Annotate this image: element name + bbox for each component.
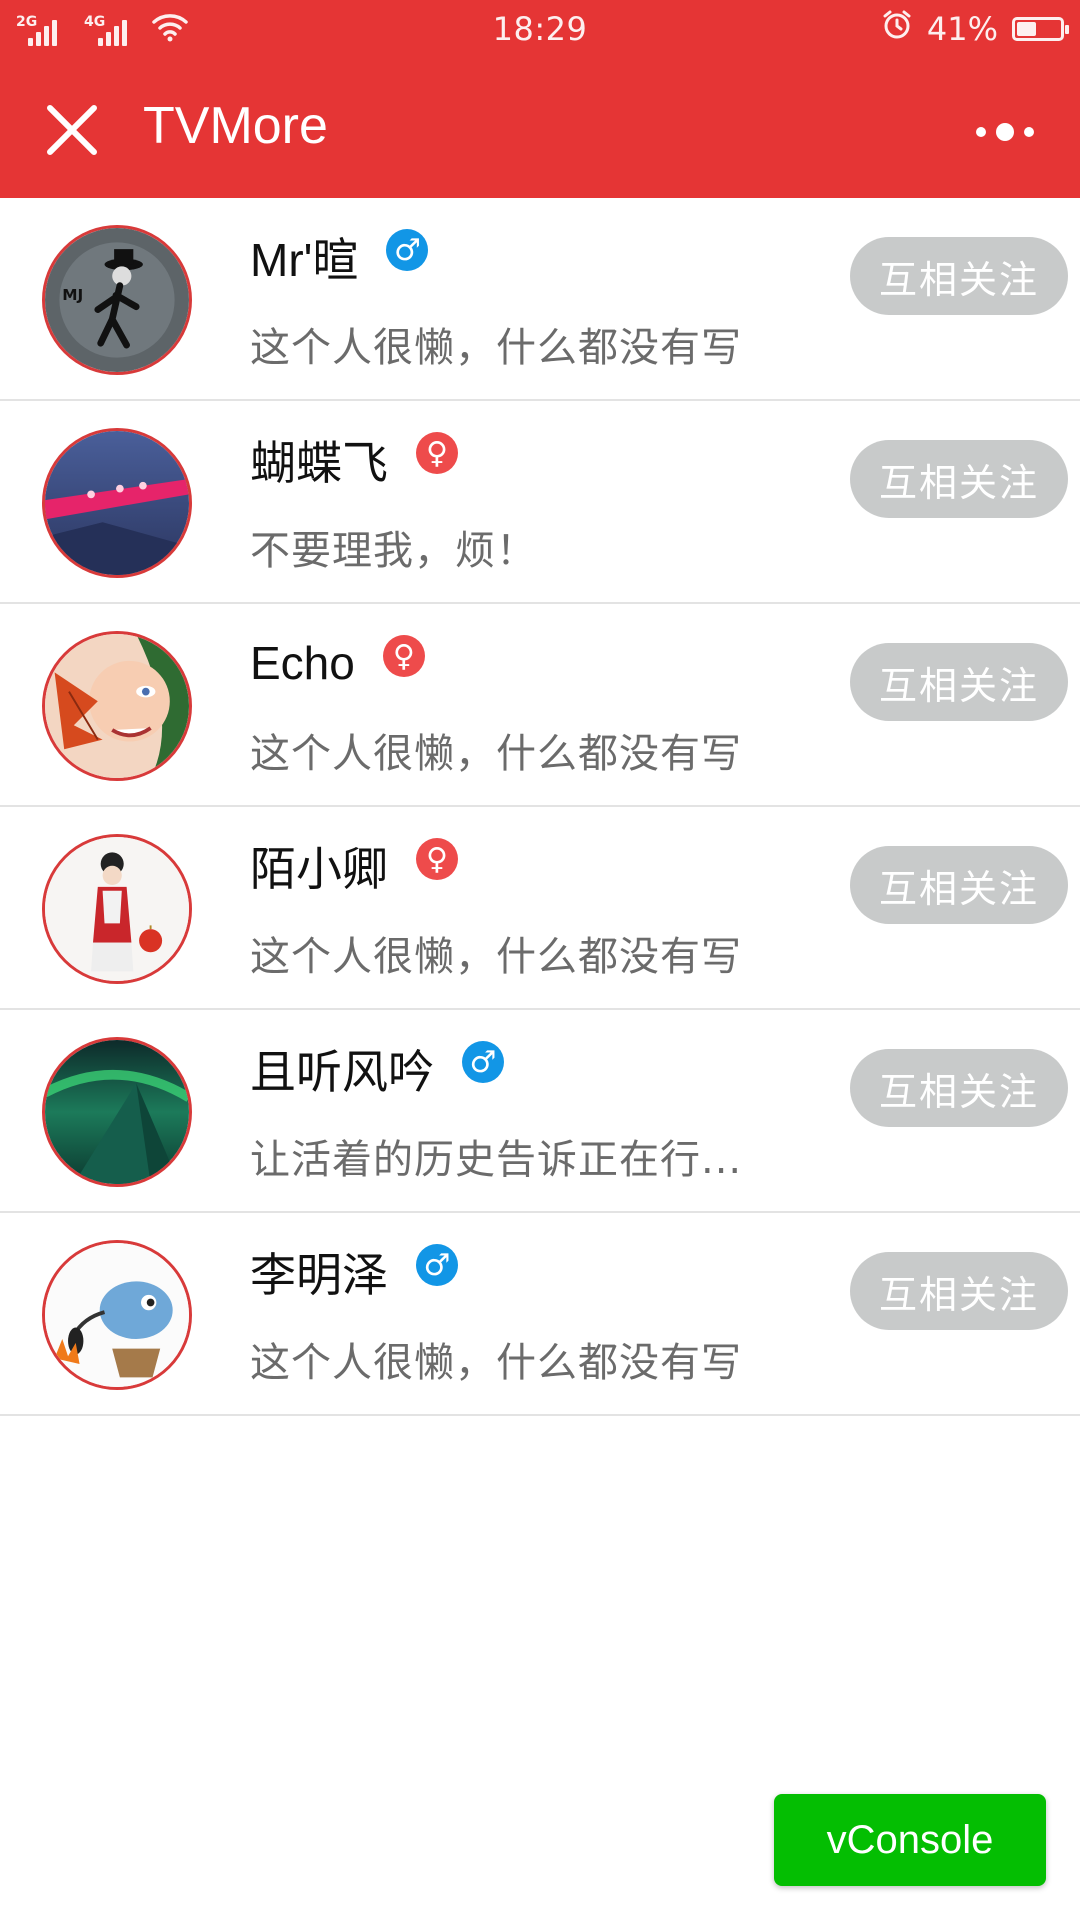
female-icon: ♀ [416,838,458,880]
avatar[interactable] [42,428,192,578]
follow-list: MJ Mr'暄 ♂ 这个人很懒，什么都没有写 互相关注 蝴蝶飞 ♀ 不要理我，烦… [0,198,1080,1416]
male-icon: ♂ [462,1041,504,1083]
user-bio: 这个人很懒，什么都没有写 [250,1340,742,1386]
female-icon: ♀ [416,432,458,474]
list-item[interactable]: 且听风吟 ♂ 让活着的历史告诉正在行... 互相关注 [0,1010,1080,1213]
male-icon: ♂ [386,229,429,271]
close-icon [47,105,97,155]
status-right-group: 41% [881,9,1069,49]
name-line: Echo ♀ [250,632,425,694]
name-line: 陌小卿 ♀ [250,835,458,897]
list-item[interactable]: MJ Mr'暄 ♂ 这个人很懒，什么都没有写 互相关注 [0,198,1080,401]
status-bar: 2G 4G 18:29 41% [0,0,1080,58]
user-name: 李明泽 [250,1249,388,1301]
avatar[interactable] [42,1240,192,1390]
user-bio: 让活着的历史告诉正在行... [250,1137,743,1183]
user-bio: 不要理我，烦！ [250,528,537,574]
mutual-follow-button[interactable]: 互相关注 [850,440,1068,518]
name-line: 蝴蝶飞 ♀ [250,429,458,491]
mutual-follow-button[interactable]: 互相关注 [850,237,1068,315]
female-icon: ♀ [382,635,425,677]
nav-bar: TVMore [0,58,1080,198]
user-bio: 这个人很懒，什么都没有写 [250,934,742,980]
alarm-icon [881,9,913,49]
user-bio: 这个人很懒，什么都没有写 [250,731,742,777]
user-name: 蝴蝶飞 [250,437,388,489]
avatar[interactable] [42,834,192,984]
battery-fill [1017,22,1036,36]
user-name: 陌小卿 [250,843,388,895]
more-dots-icon [976,123,1034,141]
user-name: Echo [250,637,355,689]
close-button[interactable] [36,94,108,166]
page-title: TVMore [143,97,328,155]
battery-percent: 41% [926,10,998,48]
mutual-follow-button[interactable]: 互相关注 [850,1049,1068,1127]
user-bio: 这个人很懒，什么都没有写 [250,325,742,371]
vconsole-button[interactable]: vConsole [774,1794,1046,1886]
male-icon: ♂ [416,1244,458,1286]
list-item[interactable]: 蝴蝶飞 ♀ 不要理我，烦！ 互相关注 [0,401,1080,604]
user-name: 且听风吟 [250,1046,434,1098]
name-line: 李明泽 ♂ [250,1241,458,1303]
svg-text:MJ: MJ [62,286,83,304]
name-line: Mr'暄 ♂ [250,226,429,288]
list-item[interactable]: Echo ♀ 这个人很懒，什么都没有写 互相关注 [0,604,1080,807]
avatar[interactable] [42,1037,192,1187]
name-line: 且听风吟 ♂ [250,1038,504,1100]
mutual-follow-button[interactable]: 互相关注 [850,846,1068,924]
battery-icon [1012,17,1069,41]
avatar[interactable] [42,631,192,781]
more-button[interactable] [960,102,1050,162]
list-item[interactable]: 陌小卿 ♀ 这个人很懒，什么都没有写 互相关注 [0,807,1080,1010]
avatar[interactable]: MJ [42,225,192,375]
user-name: Mr'暄 [250,234,359,286]
list-item[interactable]: 李明泽 ♂ 这个人很懒，什么都没有写 互相关注 [0,1213,1080,1416]
mutual-follow-button[interactable]: 互相关注 [850,1252,1068,1330]
mutual-follow-button[interactable]: 互相关注 [850,643,1068,721]
